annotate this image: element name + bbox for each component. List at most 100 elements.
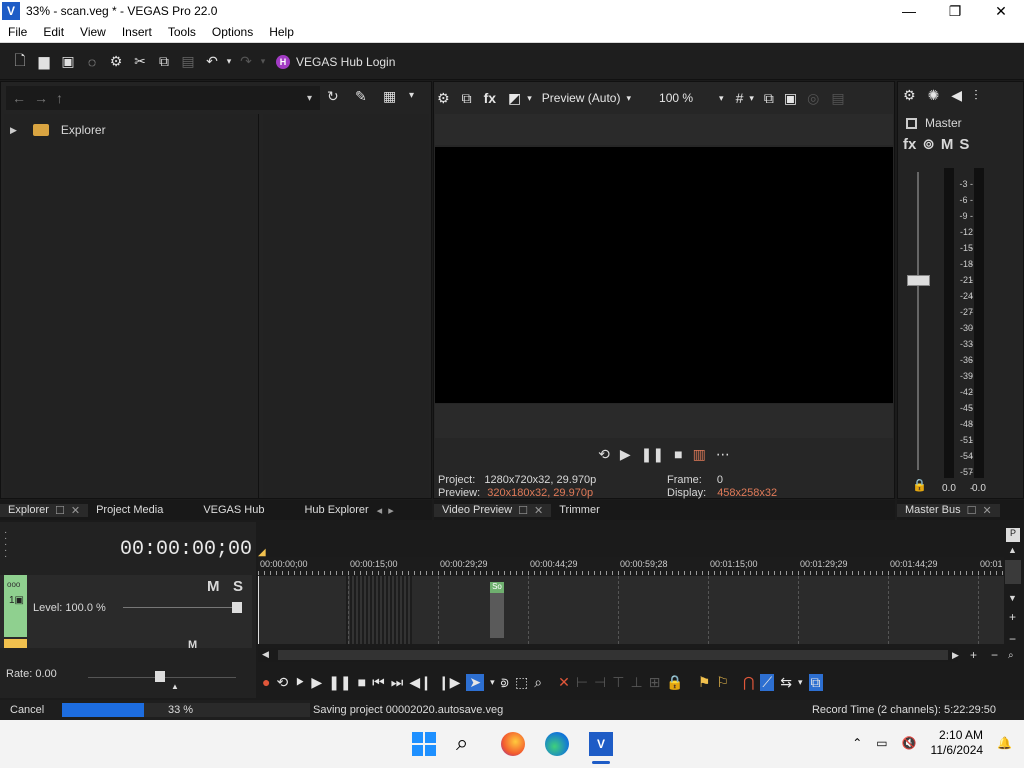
pause-icon[interactable]: ❚❚ [328, 674, 351, 691]
track-solo-button[interactable]: S [233, 578, 243, 595]
explorer-tools-icon[interactable]: ✎ [355, 88, 367, 105]
track-level-handle[interactable] [232, 602, 242, 613]
menu-file[interactable]: File [0, 25, 35, 39]
undo-icon[interactable]: ↶ [200, 50, 224, 74]
tab-close-icon[interactable]: ✕ [983, 504, 992, 517]
track-list-grip-icon[interactable]: · · · · · [4, 528, 7, 562]
timeline-panel-icon[interactable]: P [1006, 528, 1020, 542]
tab-close-icon[interactable]: ✕ [71, 504, 80, 517]
tab-trimmer[interactable]: Trimmer [551, 504, 608, 516]
master-fader-handle[interactable] [907, 275, 930, 286]
play-from-start-icon[interactable]: ⯈ [294, 674, 305, 691]
network-icon[interactable]: ▭ [876, 736, 887, 750]
expand-arrow-icon[interactable]: ▶ [10, 125, 17, 136]
edit-tool-dropdown-icon[interactable]: ▾ [490, 677, 495, 688]
preview-quality-dropdown[interactable]: Preview (Auto) [542, 91, 621, 105]
new-file-icon[interactable]: 🗋 [8, 50, 32, 74]
menu-edit[interactable]: Edit [35, 25, 72, 39]
view-dropdown-icon[interactable]: ▾ [409, 90, 414, 101]
copy-snapshot-icon[interactable]: ⧉ [764, 90, 774, 107]
track-zoom-in-icon[interactable]: + [1009, 610, 1016, 624]
stop-icon[interactable]: ■ [674, 446, 682, 462]
track-expand-icon[interactable]: ooo [7, 580, 20, 589]
hub-login-button[interactable]: VEGAS Hub Login [296, 55, 395, 69]
zoom-in-time-icon[interactable]: + [970, 648, 977, 662]
loop-icon[interactable]: ⟲ [276, 674, 288, 691]
video-fx-icon[interactable]: fx [484, 90, 496, 106]
mixer-icon[interactable]: ⫶ [974, 87, 978, 104]
split-dropdown-icon[interactable]: ▾ [527, 93, 532, 104]
master-automation-icon[interactable]: ⊚ [922, 135, 935, 153]
menu-insert[interactable]: Insert [114, 25, 160, 39]
tab-scroll-right-icon[interactable]: ▸ [388, 504, 394, 517]
menu-help[interactable]: Help [261, 25, 302, 39]
explorer-tree-item[interactable]: ▶ Explorer [10, 123, 106, 137]
search-icon[interactable]: ⌕ [456, 730, 468, 756]
lock-event-icon[interactable]: 🔒 [666, 674, 683, 691]
tab-video-preview[interactable]: Video Preview ☐ ✕ [434, 503, 552, 517]
address-dropdown-icon[interactable]: ▾ [307, 93, 312, 104]
edge-icon[interactable] [545, 732, 569, 756]
play-icon[interactable]: ▶ [620, 446, 631, 463]
system-clock[interactable]: 2:10 AM 11/6/2024 [931, 728, 984, 758]
play-icon[interactable]: ▶ [311, 674, 322, 691]
master-checkbox-icon[interactable] [906, 117, 917, 129]
timeline-horizontal-scrollbar[interactable]: ◀ [258, 648, 958, 662]
menu-options[interactable]: Options [204, 25, 261, 39]
ripple-dropdown-icon[interactable]: ▾ [798, 677, 803, 688]
auto-ripple-icon[interactable]: ⇆ [780, 674, 792, 691]
external-monitor-icon[interactable]: ⧉ [462, 90, 472, 107]
previous-frame-icon[interactable]: ◀❙ [409, 674, 432, 691]
start-button[interactable] [412, 732, 436, 756]
lock-icon[interactable]: 🔒 [912, 478, 927, 492]
open-folder-icon[interactable]: ▆ [32, 50, 56, 74]
menu-tools[interactable]: Tools [160, 25, 204, 39]
up-icon[interactable]: ↑ [56, 90, 63, 106]
lock-envelopes-icon[interactable]: ⧉ [808, 673, 823, 691]
zoom-out-time-icon[interactable]: − [991, 648, 998, 662]
show-hidden-icons-icon[interactable]: ⌃ [852, 736, 862, 750]
close-button[interactable]: ✕ [978, 0, 1024, 22]
marker-icon[interactable]: ⚑ [698, 674, 711, 691]
paste-icon[interactable]: ▤ [176, 50, 200, 74]
redo-icon[interactable]: ↷ [234, 50, 258, 74]
go-to-end-icon[interactable]: ⏭ [391, 674, 404, 691]
overlays-grid-icon[interactable]: # [736, 90, 744, 106]
tab-close-icon[interactable]: ✕ [534, 504, 543, 517]
split-screen-icon[interactable]: ◩ [508, 90, 521, 107]
save-icon[interactable]: ▣ [56, 50, 80, 74]
track-mute-button[interactable]: M [207, 578, 220, 595]
back-icon[interactable]: ← [12, 90, 26, 106]
view-options-icon[interactable]: ▦ [383, 88, 396, 105]
track-level-slider[interactable] [123, 607, 238, 608]
settings-gear-icon[interactable]: ⚙ [104, 50, 128, 74]
quality-dropdown-icon[interactable]: ▾ [626, 93, 631, 104]
record-icon[interactable]: ● [262, 674, 270, 690]
redo-dropdown-icon[interactable]: ▾ [258, 50, 268, 74]
notifications-icon[interactable]: 🔔 [997, 736, 1012, 750]
minimize-button[interactable]: — [886, 0, 932, 22]
dim-output-icon[interactable]: ◀ [951, 87, 962, 104]
tab-vegas-hub[interactable]: VEGAS Hub [195, 504, 272, 516]
loop-playback-icon[interactable]: ⟲ [598, 446, 610, 463]
preview-settings-icon[interactable]: ⚙ [437, 90, 450, 107]
more-options-icon[interactable]: ⋯ [716, 446, 730, 463]
auto-crossfade-icon[interactable]: ⟋ [760, 673, 775, 691]
tab-dock-icon[interactable]: ☐ [55, 504, 65, 517]
save-snapshot-icon[interactable]: ▣ [784, 90, 797, 107]
tab-scroll-left-icon[interactable]: ◂ [377, 504, 383, 517]
tab-master-bus[interactable]: Master Bus ☐ ✕ [897, 503, 1000, 517]
tab-explorer[interactable]: Explorer ☐ ✕ [0, 503, 89, 517]
timecode-display[interactable]: 00:00:00;00 [120, 538, 252, 561]
copy-icon[interactable]: ⧉ [152, 50, 176, 74]
vegas-taskbar-icon[interactable]: V [589, 732, 613, 756]
rate-slider-handle[interactable] [155, 671, 165, 682]
region-icon[interactable]: ⚐ [716, 674, 729, 691]
master-solo-button[interactable]: S [959, 136, 969, 153]
master-settings-icon[interactable]: ⚙ [903, 87, 916, 104]
preview-range-icon[interactable]: ▥ [693, 446, 706, 463]
firefox-icon[interactable] [501, 732, 525, 756]
maximize-button[interactable]: ❐ [932, 0, 978, 22]
downmix-icon[interactable]: ✺ [928, 87, 940, 104]
event-fx-icon[interactable]: So [490, 582, 504, 593]
